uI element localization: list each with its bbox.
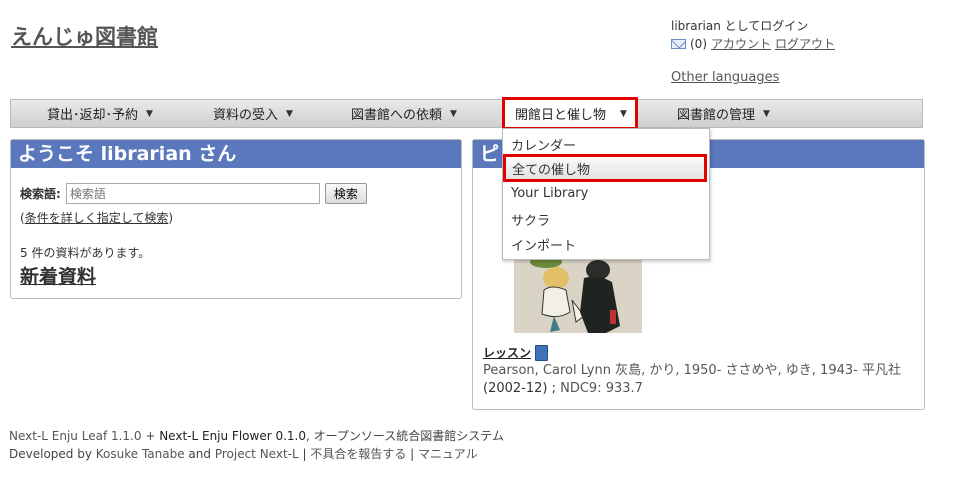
logout-link[interactable]: ログアウト [775, 35, 835, 53]
author-link[interactable]: ささめや, ゆき, 1943- [726, 363, 858, 378]
book-icon [535, 344, 549, 361]
report-bug-link[interactable]: 不具合を報告する [310, 447, 406, 461]
kosuke-link[interactable]: Kosuke Tanabe [96, 447, 185, 461]
mail-icon[interactable] [671, 39, 686, 49]
chevron-down-icon: ▼ [620, 108, 627, 119]
chevron-down-icon: ▼ [146, 108, 153, 119]
site-title[interactable]: えんじゅ図書館 [11, 21, 158, 51]
menu-item-calendar[interactable]: カレンダー [511, 135, 576, 154]
nav-requests[interactable]: 図書館への依頼 ▼ [351, 100, 457, 127]
welcome-panel: ようこそ librarian さん 検索語: 検索 (条件を詳しく指定して検索)… [10, 139, 462, 299]
manual-link[interactable]: マニュアル [418, 447, 478, 461]
other-languages-link[interactable]: Other languages [671, 70, 779, 85]
main-nav: 貸出･返却･予約 ▼ 資料の受入 ▼ 図書館への依頼 ▼ 開館日と催し物 ▼ 図書館の管… [10, 97, 923, 130]
enju-leaf-link[interactable]: Next-L Enju Leaf 1.1.0 [9, 429, 142, 443]
nav-admin[interactable]: 図書館の管理 ▼ [677, 100, 770, 127]
nav-circulation[interactable]: 貸出･返却･予約 ▼ [47, 100, 153, 127]
account-link[interactable]: アカウント [711, 35, 771, 53]
publisher-link[interactable]: 平凡社 [862, 363, 901, 378]
enju-flower-link[interactable]: Next-L Enju Flower 0.1.0 [159, 429, 306, 443]
chevron-down-icon: ▼ [763, 108, 770, 119]
menu-item-all-events[interactable]: 全ての催し物 [503, 154, 707, 182]
book-info: Pearson, Carol Lynn 灰島, かり, 1950- ささめや, … [483, 362, 915, 398]
menu-item-sakura[interactable]: サクラ [511, 210, 550, 229]
login-info: librarian としてログイン (0) アカウント ログアウト [671, 17, 835, 53]
author-link[interactable]: Pearson, Carol Lynn [483, 363, 611, 378]
new-items-link[interactable]: 新着資料 [20, 262, 96, 289]
book-title-link[interactable]: レッスン [483, 344, 531, 361]
menu-item-import[interactable]: インポート [511, 235, 576, 254]
ndc-link[interactable]: NDC9: 933.7 [560, 381, 643, 396]
chevron-down-icon: ▼ [450, 108, 457, 119]
menu-item-your-library[interactable]: Your Library [511, 186, 588, 201]
author-link[interactable]: 灰島, かり, 1950- [615, 363, 721, 378]
nav-acquisition[interactable]: 資料の受入 ▼ [213, 100, 293, 127]
welcome-title: ようこそ librarian さん [11, 140, 461, 168]
chevron-down-icon: ▼ [286, 108, 293, 119]
search-button[interactable]: 検索 [324, 183, 367, 204]
search-label: 検索語: [20, 187, 61, 201]
mail-count: (0) [690, 37, 707, 51]
book-cover-image[interactable] [514, 260, 642, 333]
book-title: レッスン [483, 344, 549, 361]
advanced-search-link[interactable]: 条件を詳しく指定して検索 [25, 211, 169, 225]
search-input[interactable] [65, 183, 320, 204]
project-next-l-link[interactable]: Project Next-L [215, 447, 299, 461]
pub-date: (2002-12) ; [483, 381, 556, 396]
nav-events[interactable]: 開館日と催し物 ▼ [502, 97, 638, 130]
advanced-search: (条件を詳しく指定して検索) [20, 211, 174, 225]
item-count: 5 件の資料があります。 [20, 246, 151, 260]
login-status: librarian としてログイン [671, 19, 809, 33]
events-dropdown-menu: カレンダー 全ての催し物 Your Library サクラ インポート [502, 128, 710, 260]
footer: Next-L Enju Leaf 1.1.0 + Next-L Enju Flo… [9, 429, 504, 461]
